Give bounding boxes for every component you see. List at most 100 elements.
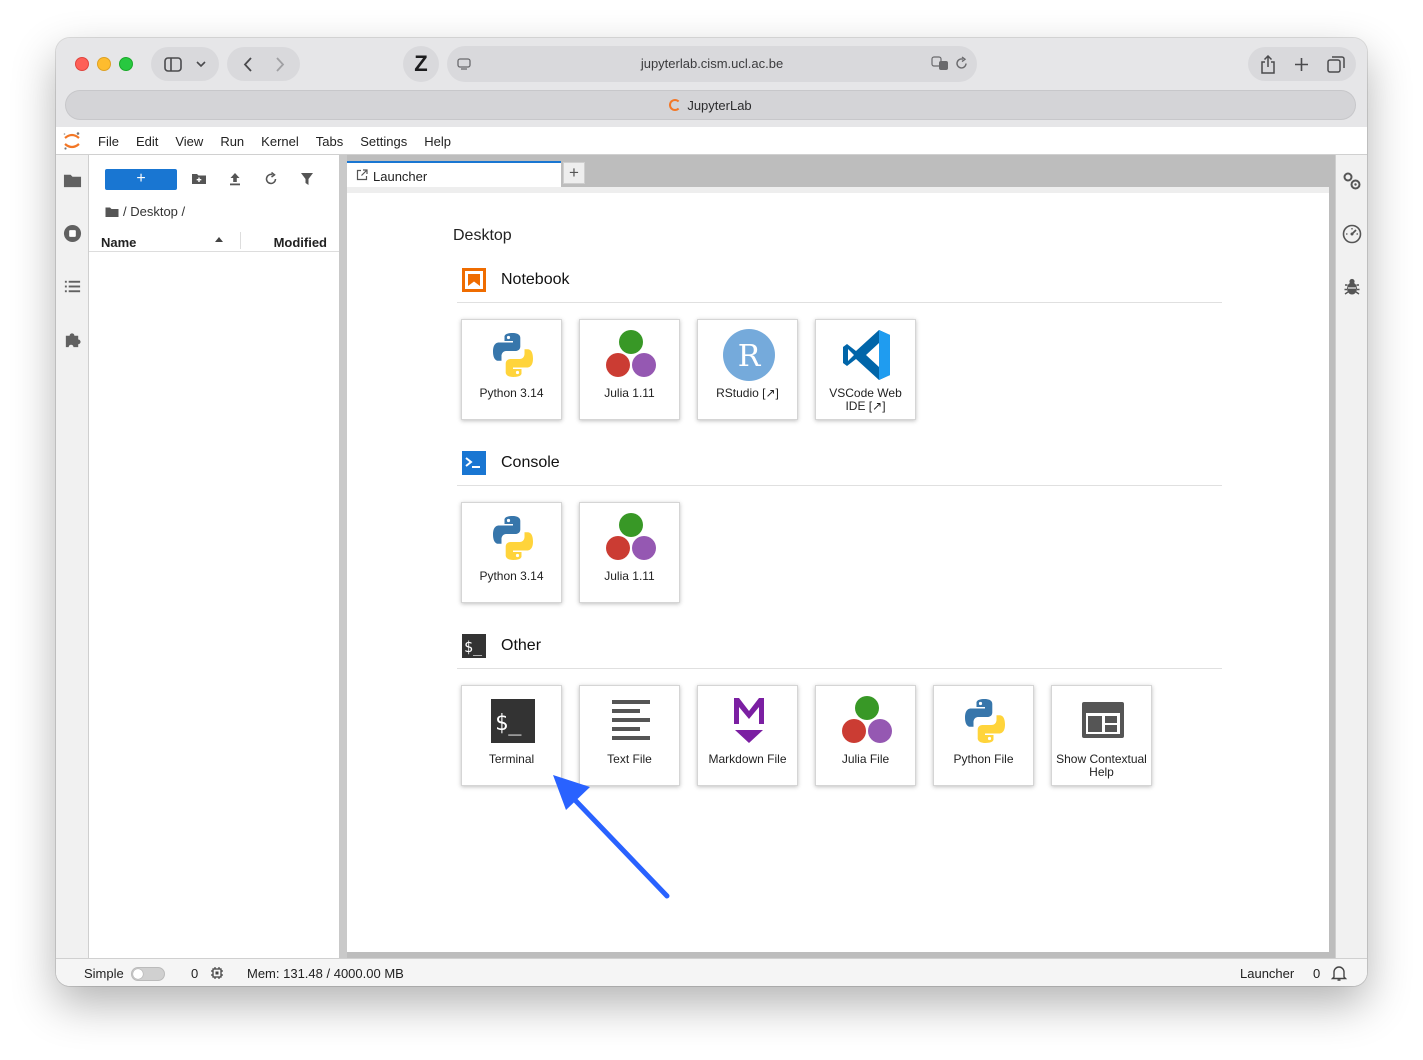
extension-z-button[interactable]: Z xyxy=(403,46,439,82)
section-notebook: Notebook xyxy=(461,267,570,293)
browser-tab[interactable]: JupyterLab xyxy=(65,90,1356,120)
kernel-chip-icon[interactable] xyxy=(210,966,224,980)
forward-arrow-icon[interactable] xyxy=(275,56,285,72)
modified-column-header[interactable]: Modified xyxy=(274,235,327,250)
julia-logo-icon xyxy=(842,696,892,743)
section-divider xyxy=(457,485,1222,486)
running-sessions-icon[interactable] xyxy=(63,224,82,243)
zoom-window-button[interactable] xyxy=(119,57,133,71)
menu-kernel[interactable]: Kernel xyxy=(261,134,299,149)
card-console-python[interactable]: Python 3.14 xyxy=(461,502,562,603)
python-logo-icon xyxy=(493,333,533,377)
breadcrumb-path[interactable]: / Desktop / xyxy=(123,204,185,219)
new-folder-icon[interactable] xyxy=(191,171,207,187)
new-launcher-button[interactable]: + xyxy=(105,169,177,190)
julia-logo-icon xyxy=(606,330,656,377)
column-divider[interactable] xyxy=(240,232,241,249)
new-tab-button[interactable]: + xyxy=(563,162,585,184)
table-of-contents-icon[interactable] xyxy=(63,277,82,296)
name-column-header[interactable]: Name xyxy=(101,235,136,250)
chevron-down-icon xyxy=(196,60,206,67)
extension-manager-icon[interactable] xyxy=(63,330,82,349)
card-notebook-rstudio[interactable]: R RStudio [↗] xyxy=(697,319,798,420)
url-text: jupyterlab.cism.ucl.ac.be xyxy=(640,56,784,71)
card-label: Julia 1.11 xyxy=(604,386,655,400)
card-notebook-julia[interactable]: Julia 1.11 xyxy=(579,319,680,420)
active-document-label: Launcher xyxy=(1240,966,1295,981)
back-arrow-icon[interactable] xyxy=(243,56,253,72)
card-terminal[interactable]: $_ Terminal xyxy=(461,685,562,786)
kernel-count: 0 xyxy=(191,966,199,981)
property-inspector-icon[interactable] xyxy=(1342,171,1362,191)
card-contextual-help[interactable]: Show Contextual Help xyxy=(1051,685,1152,786)
sidebar-icon xyxy=(164,56,182,72)
menubar: File Edit View Run Kernel Tabs Settings … xyxy=(56,127,1367,155)
menu-run[interactable]: Run xyxy=(220,134,244,149)
share-icon[interactable] xyxy=(1260,54,1276,74)
tab-launcher[interactable]: Launcher xyxy=(347,161,561,187)
section-other: $_ Other xyxy=(461,633,541,659)
menu-help[interactable]: Help xyxy=(424,134,451,149)
simple-mode-toggle[interactable] xyxy=(131,967,165,981)
bell-icon[interactable] xyxy=(1330,964,1348,982)
menu-settings[interactable]: Settings xyxy=(360,134,407,149)
card-text-file[interactable]: Text File xyxy=(579,685,680,786)
card-label: Show Contextual Help xyxy=(1056,752,1147,779)
file-list-header: Name Modified xyxy=(89,229,339,252)
minimize-window-button[interactable] xyxy=(97,57,111,71)
section-divider xyxy=(457,668,1222,669)
console-section-icon xyxy=(462,451,486,475)
left-sidebar xyxy=(56,155,89,958)
browser-actions xyxy=(1248,47,1356,81)
menu-tabs[interactable]: Tabs xyxy=(316,134,343,149)
upload-icon[interactable] xyxy=(227,171,243,187)
new-tab-icon[interactable] xyxy=(1294,57,1309,72)
card-python-file[interactable]: Python File xyxy=(933,685,1034,786)
notebook-section-icon xyxy=(462,268,486,292)
section-console: Console xyxy=(461,450,560,476)
launcher-tab-icon xyxy=(356,169,368,181)
card-notebook-vscode[interactable]: VSCode Web IDE [↗] xyxy=(815,319,916,420)
folder-icon[interactable] xyxy=(63,171,82,190)
python-logo-icon xyxy=(493,516,533,560)
card-label: Markdown File xyxy=(708,752,787,766)
sort-ascending-icon xyxy=(215,237,223,242)
history-nav xyxy=(227,47,300,81)
card-console-julia[interactable]: Julia 1.11 xyxy=(579,502,680,603)
card-markdown-file[interactable]: Markdown File xyxy=(697,685,798,786)
other-section-icon: $_ xyxy=(462,634,486,658)
launcher-cwd: Desktop xyxy=(453,227,512,244)
svg-text:$_: $_ xyxy=(464,638,483,656)
debugger-icon[interactable] xyxy=(1342,277,1362,297)
card-label: RStudio [↗] xyxy=(716,386,779,400)
translate-icon[interactable] xyxy=(931,56,949,71)
section-console-title: Console xyxy=(501,454,560,471)
tab-launcher-label: Launcher xyxy=(373,169,428,184)
card-label: VSCode Web IDE [↗] xyxy=(829,386,902,413)
menu-file[interactable]: File xyxy=(98,134,119,149)
menu-view[interactable]: View xyxy=(175,134,203,149)
breadcrumb: / Desktop / xyxy=(105,204,185,219)
refresh-icon[interactable] xyxy=(263,171,279,187)
menu-edit[interactable]: Edit xyxy=(136,134,158,149)
rstudio-logo-icon: R xyxy=(723,329,775,381)
sidebar-toggle-button[interactable] xyxy=(151,47,219,81)
sidebar-splitter[interactable] xyxy=(339,155,347,958)
card-label: Python File xyxy=(953,752,1014,766)
card-label: Python 3.14 xyxy=(479,569,544,583)
browser-window: Z jupyterlab.cism.ucl.ac.be JupyterLab F… xyxy=(56,38,1367,986)
address-bar[interactable]: jupyterlab.cism.ucl.ac.be xyxy=(447,46,977,82)
browser-tab-title: JupyterLab xyxy=(687,98,752,113)
home-folder-icon[interactable] xyxy=(105,206,119,218)
resource-usage-icon[interactable] xyxy=(1342,224,1362,244)
julia-logo-icon xyxy=(606,513,656,560)
card-julia-file[interactable]: Julia File xyxy=(815,685,916,786)
card-notebook-python[interactable]: Python 3.14 xyxy=(461,319,562,420)
close-window-button[interactable] xyxy=(75,57,89,71)
jupyterlab-app: File Edit View Run Kernel Tabs Settings … xyxy=(56,127,1367,986)
notification-count: 0 xyxy=(1313,966,1321,981)
contextual-help-icon xyxy=(1082,702,1124,738)
filter-icon[interactable] xyxy=(299,171,315,187)
reload-icon[interactable] xyxy=(955,56,969,71)
tab-overview-icon[interactable] xyxy=(1326,55,1345,73)
